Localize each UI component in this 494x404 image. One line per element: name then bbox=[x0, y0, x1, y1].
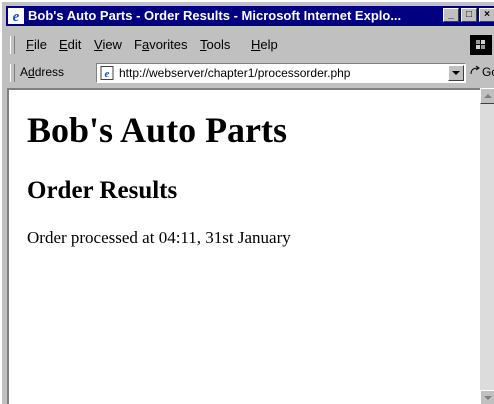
close-button[interactable]: × bbox=[479, 8, 494, 22]
address-bar: Address e http://webserver/chapter1/proc… bbox=[6, 60, 494, 86]
window-title: Bob's Auto Parts - Order Results - Micro… bbox=[28, 8, 402, 23]
address-dropdown-button[interactable] bbox=[448, 65, 464, 81]
address-url: http://webserver/chapter1/processorder.p… bbox=[119, 66, 351, 80]
minimize-button[interactable]: _ bbox=[443, 8, 459, 22]
scroll-up-button[interactable] bbox=[480, 88, 494, 104]
windows-logo-icon bbox=[470, 35, 492, 55]
address-input[interactable]: e http://webserver/chapter1/processorder… bbox=[96, 63, 466, 83]
go-arrow-icon bbox=[470, 65, 480, 75]
page-content: Bob's Auto Parts Order Results Order pro… bbox=[7, 88, 480, 404]
go-button[interactable]: Go bbox=[470, 65, 494, 80]
scroll-up-arrow-icon bbox=[484, 94, 492, 98]
scroll-down-button[interactable] bbox=[480, 390, 494, 404]
page-icon: e bbox=[100, 66, 114, 80]
menu-bar: File Edit View Favorites Tools Help bbox=[6, 33, 494, 57]
menu-view[interactable]: View bbox=[94, 37, 122, 53]
vertical-scrollbar[interactable] bbox=[480, 88, 494, 404]
chevron-down-icon bbox=[452, 71, 460, 75]
menu-help[interactable]: Help bbox=[251, 37, 278, 53]
menu-edit[interactable]: Edit bbox=[59, 37, 81, 53]
page-subheading: Order Results bbox=[27, 177, 178, 204]
browser-window: e Bob's Auto Parts - Order Results - Mic… bbox=[0, 0, 494, 404]
scroll-down-arrow-icon bbox=[484, 396, 492, 400]
menu-favorites[interactable]: Favorites bbox=[134, 37, 187, 53]
svg-text:e: e bbox=[105, 68, 110, 80]
ie-logo-icon: e bbox=[8, 8, 24, 24]
page-heading: Bob's Auto Parts bbox=[27, 110, 288, 150]
address-label: Address bbox=[20, 65, 65, 79]
order-message: Order processed at 04:11, 31st January bbox=[27, 228, 291, 247]
svg-text:e: e bbox=[13, 9, 20, 24]
addressbar-grip[interactable] bbox=[10, 64, 15, 82]
menu-file[interactable]: File bbox=[26, 37, 47, 53]
maximize-button[interactable]: □ bbox=[461, 8, 477, 22]
title-bar[interactable]: e Bob's Auto Parts - Order Results - Mic… bbox=[6, 6, 494, 26]
menubar-grip[interactable] bbox=[10, 36, 15, 54]
menu-tools[interactable]: Tools bbox=[200, 37, 230, 53]
go-label: Go bbox=[482, 65, 494, 79]
